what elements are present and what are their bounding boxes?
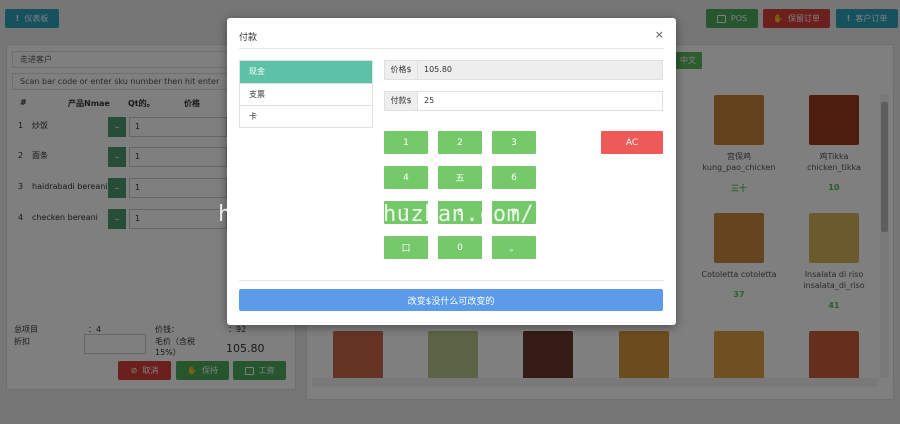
key-5[interactable]: 五 [438,166,482,189]
method-card[interactable]: 卡 [240,105,372,127]
key-decimal[interactable]: 。 [492,236,536,259]
price-field: 价格$ 105.80 [384,60,663,80]
modal-title: 付款 [239,33,258,43]
paid-field-label: 付款$ [385,92,418,110]
paid-field[interactable]: 付款$ 25 [384,91,663,111]
divider [239,280,664,281]
close-icon[interactable]: × [655,28,664,41]
key-3[interactable]: 3 [492,131,536,154]
key-9[interactable]: 9 [492,201,536,224]
key-7[interactable]: 7 [384,201,428,224]
method-cheque[interactable]: 支票 [240,83,372,105]
payment-method-list: 现金 支票 卡 [239,60,373,128]
key-4[interactable]: 4 [384,166,428,189]
price-field-label: 价格$ [385,61,418,79]
method-cash[interactable]: 现金 [240,61,372,83]
key-0[interactable]: 0 [438,236,482,259]
price-field-value: 105.80 [418,61,662,79]
key-00[interactable]: 口 [384,236,428,259]
divider [239,48,664,49]
change-submit-button[interactable]: 改变$没什么可改变的 [239,289,663,311]
key-8[interactable]: 8 [438,201,482,224]
paid-input[interactable]: 25 [418,92,662,110]
clear-button[interactable]: AC [601,131,663,154]
key-2[interactable]: 2 [438,131,482,154]
key-6[interactable]: 6 [492,166,536,189]
key-1[interactable]: 1 [384,131,428,154]
payment-modal: 付款 × 现金 支票 卡 价格$ 105.80 付款$ 25 1 2 3 AC … [227,18,676,325]
